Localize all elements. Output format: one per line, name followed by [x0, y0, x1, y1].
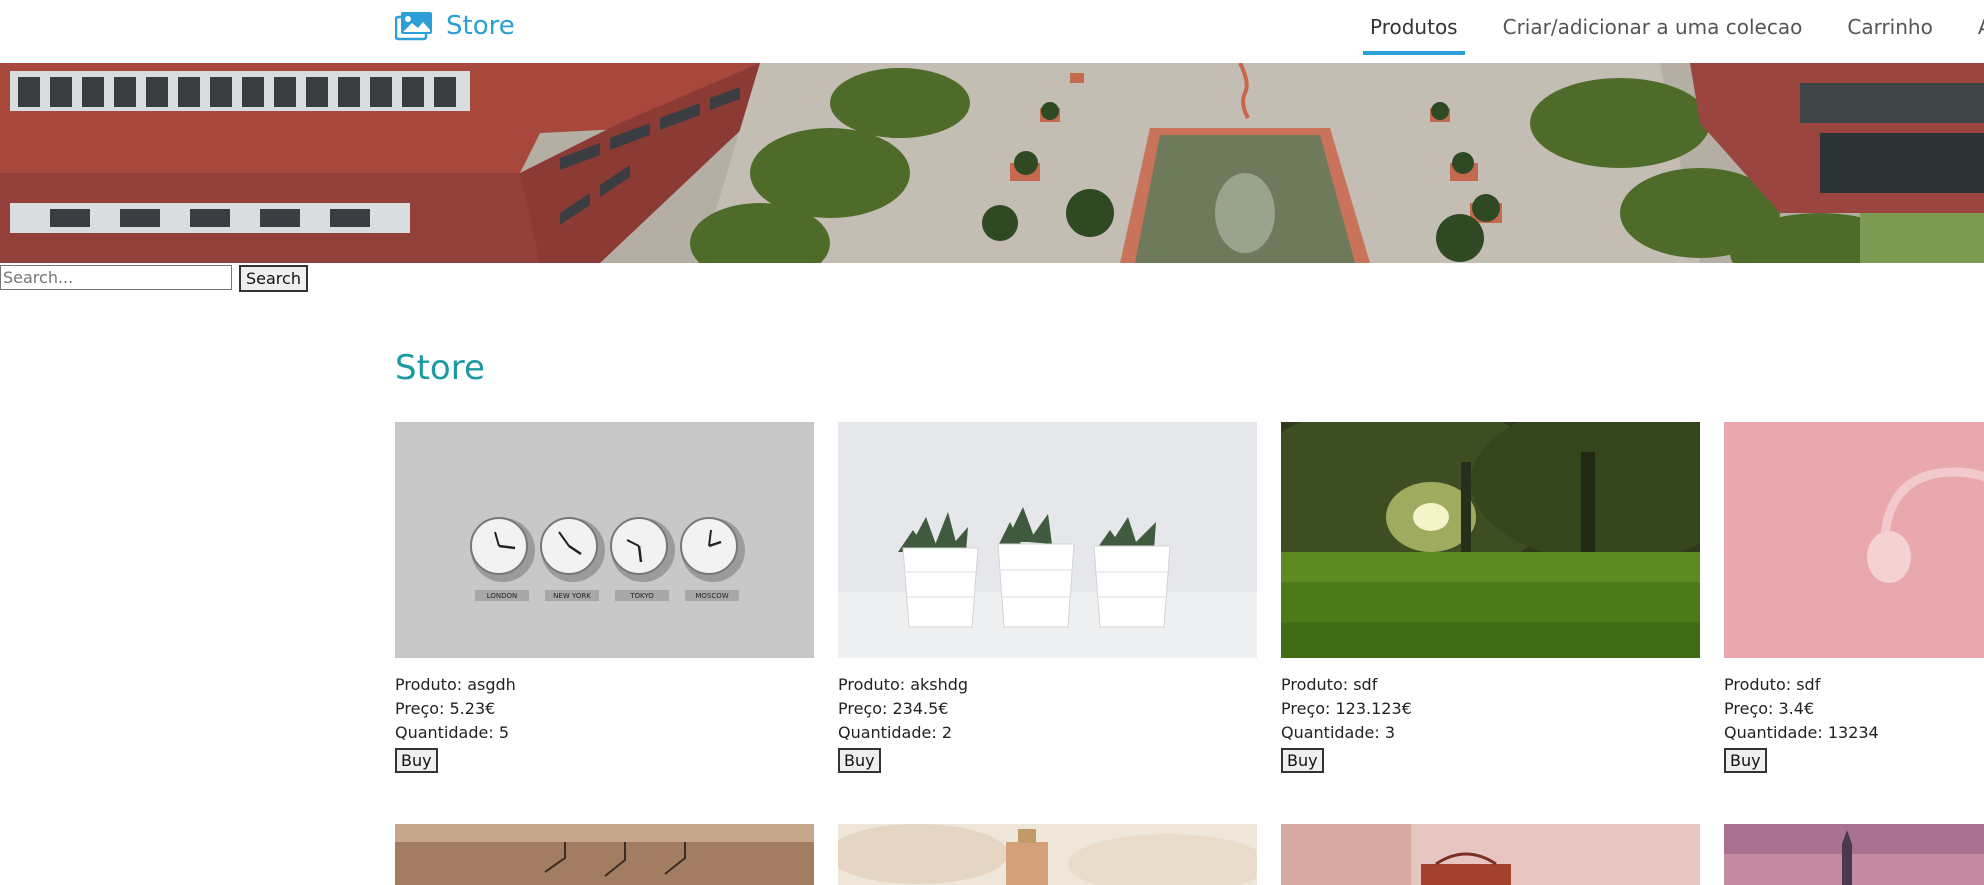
- clock-label-moscow: MOSCOW: [695, 592, 728, 600]
- photos-icon: [395, 12, 432, 41]
- product-card: LONDON NEW YORK TOKYO MOSCOW Produto: as…: [395, 422, 814, 773]
- hero-banner: [0, 63, 1984, 263]
- product-price: Preço: 3.4€: [1724, 699, 1815, 718]
- product-quantity: Quantidade: 2: [838, 723, 953, 742]
- product-image-succulents[interactable]: [838, 422, 1257, 658]
- product-card: Produto: sdf Preço: 3.4€ Quantidade: 132…: [1724, 422, 1984, 773]
- brand-link[interactable]: Store: [395, 11, 515, 41]
- brand-name: Store: [446, 11, 515, 41]
- product-info: Produto: akshdg Preço: 234.5€ Quantidade…: [838, 673, 1257, 745]
- buy-button[interactable]: Buy: [395, 748, 438, 773]
- pink-headphones-image: [1724, 422, 1984, 658]
- product-quantity: Quantidade: 3: [1281, 723, 1396, 742]
- product-price: Preço: 234.5€: [838, 699, 949, 718]
- top-navbar: Store Produtos Criar/adicionar a uma col…: [0, 0, 1984, 63]
- product-name: Produto: asgdh: [395, 675, 516, 694]
- product-quantity: Quantidade: 5: [395, 723, 510, 742]
- product-grid: LONDON NEW YORK TOKYO MOSCOW Produto: as…: [395, 422, 1984, 885]
- forest-grass-image: [1281, 422, 1700, 658]
- red-handbag-image: [1281, 824, 1700, 885]
- nav-menu: Produtos Criar/adicionar a uma colecao C…: [1363, 0, 1984, 63]
- product-image-sunset[interactable]: [1724, 824, 1984, 885]
- clock-label-london: LONDON: [487, 592, 518, 600]
- campus-aerial-image: [0, 63, 1984, 263]
- product-name: Produto: akshdg: [838, 675, 969, 694]
- product-image-forest[interactable]: [1281, 422, 1700, 658]
- nav-criar-colecao[interactable]: Criar/adicionar a uma colecao: [1503, 0, 1803, 63]
- product-image-handbag[interactable]: [1281, 824, 1700, 885]
- product-name: Produto: sdf: [1724, 675, 1821, 694]
- world-clocks-image: LONDON NEW YORK TOKYO MOSCOW: [395, 422, 814, 658]
- product-info: Produto: asgdh Preço: 5.23€ Quantidade: …: [395, 673, 814, 745]
- store-heading: Store: [395, 348, 485, 388]
- product-card: Produto: akshdg Preço: 234.5€ Quantidade…: [838, 422, 1257, 773]
- product-image-headphones[interactable]: [1724, 422, 1984, 658]
- product-image-clocks[interactable]: LONDON NEW YORK TOKYO MOSCOW: [395, 422, 814, 658]
- nav-produtos[interactable]: Produtos: [1363, 0, 1465, 63]
- buy-button[interactable]: Buy: [838, 748, 881, 773]
- product-price: Preço: 5.23€: [395, 699, 496, 718]
- clock-label-tokyo: TOKYO: [629, 592, 654, 600]
- product-price: Preço: 123.123€: [1281, 699, 1412, 718]
- search-input[interactable]: [0, 265, 232, 290]
- product-info: Produto: sdf Preço: 3.4€ Quantidade: 132…: [1724, 673, 1984, 745]
- product-card: Produto: sdf Preço: 123.123€ Quantidade:…: [1281, 422, 1700, 773]
- product-quantity: Quantidade: 13234: [1724, 723, 1879, 742]
- nav-about[interactable]: Ab: [1978, 0, 1984, 63]
- nav-carrinho[interactable]: Carrinho: [1847, 0, 1932, 63]
- potted-succulents-image: [838, 422, 1257, 658]
- clock-label-new-york: NEW YORK: [553, 592, 591, 600]
- product-image-perfume[interactable]: [838, 824, 1257, 885]
- buy-button[interactable]: Buy: [1281, 748, 1324, 773]
- purple-sunset-city-image: [1724, 824, 1984, 885]
- perfume-on-fur-image: [838, 824, 1257, 885]
- hangers-image: [395, 824, 814, 885]
- product-image-hangers[interactable]: [395, 824, 814, 885]
- product-info: Produto: sdf Preço: 123.123€ Quantidade:…: [1281, 673, 1700, 745]
- search-button[interactable]: Search: [239, 265, 308, 292]
- buy-button[interactable]: Buy: [1724, 748, 1767, 773]
- product-name: Produto: sdf: [1281, 675, 1378, 694]
